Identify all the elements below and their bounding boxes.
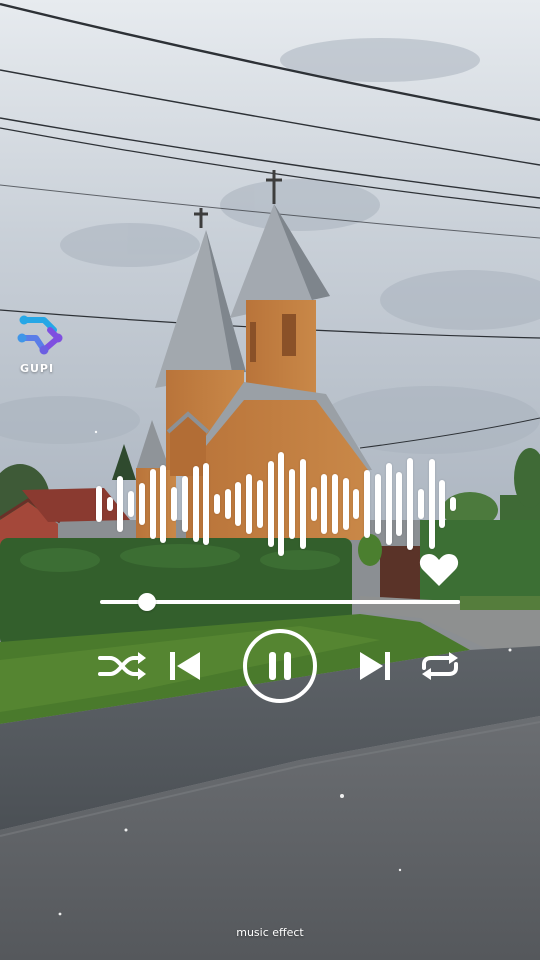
skip-previous-icon	[170, 652, 200, 680]
waveform-bar	[278, 451, 285, 557]
waveform-bar	[256, 479, 263, 529]
next-button[interactable]	[358, 650, 392, 682]
waveform-bar	[439, 479, 446, 529]
waveform-bar	[149, 468, 156, 540]
heart-icon[interactable]	[418, 552, 460, 588]
waveform-bar	[117, 476, 124, 532]
audio-waveform	[96, 448, 456, 560]
pause-icon	[243, 629, 317, 703]
waveform-bar	[450, 496, 456, 512]
waveform-bar	[407, 457, 414, 551]
repeat-button[interactable]	[418, 650, 462, 682]
molecule-logo-icon	[17, 315, 63, 355]
waveform-bar	[235, 481, 242, 527]
waveform-bar	[138, 483, 145, 525]
waveform-bar	[342, 477, 349, 531]
waveform-bar	[428, 459, 435, 549]
repeat-icon	[422, 652, 458, 680]
waveform-bar	[106, 496, 113, 512]
progress-thumb[interactable]	[137, 593, 156, 611]
waveform-bar	[353, 488, 360, 520]
waveform-bar	[246, 474, 253, 534]
waveform-bar	[171, 487, 178, 521]
waveform-bar	[160, 464, 167, 544]
brand-logo: GUPI	[12, 312, 68, 376]
waveform-bar	[364, 470, 371, 538]
waveform-bar	[181, 476, 188, 532]
waveform-bar	[321, 474, 328, 534]
waveform-bar	[192, 466, 199, 542]
waveform-bar	[332, 474, 338, 534]
waveform-bar	[396, 472, 403, 536]
waveform-bar	[128, 491, 135, 517]
shuffle-button[interactable]	[98, 650, 148, 682]
waveform-bar	[374, 474, 381, 534]
waveform-bar	[203, 463, 210, 545]
brand-name: GUPI	[19, 362, 55, 375]
waveform-bar	[385, 463, 392, 545]
shuffle-icon	[98, 652, 146, 680]
waveform-bar	[299, 459, 306, 549]
caption: music effect	[236, 926, 304, 939]
pause-button[interactable]	[242, 628, 318, 704]
waveform-bar	[417, 488, 424, 520]
waveform-bar	[224, 488, 231, 520]
waveform-bar	[310, 487, 317, 521]
skip-next-icon	[360, 652, 390, 680]
waveform-bar	[214, 494, 220, 514]
progress-slider[interactable]	[100, 592, 460, 612]
previous-button[interactable]	[168, 650, 202, 682]
waveform-bar	[96, 485, 102, 523]
waveform-bar	[267, 460, 274, 548]
waveform-bar	[289, 468, 296, 540]
music-player-overlay: GUPI music effect	[0, 0, 540, 960]
